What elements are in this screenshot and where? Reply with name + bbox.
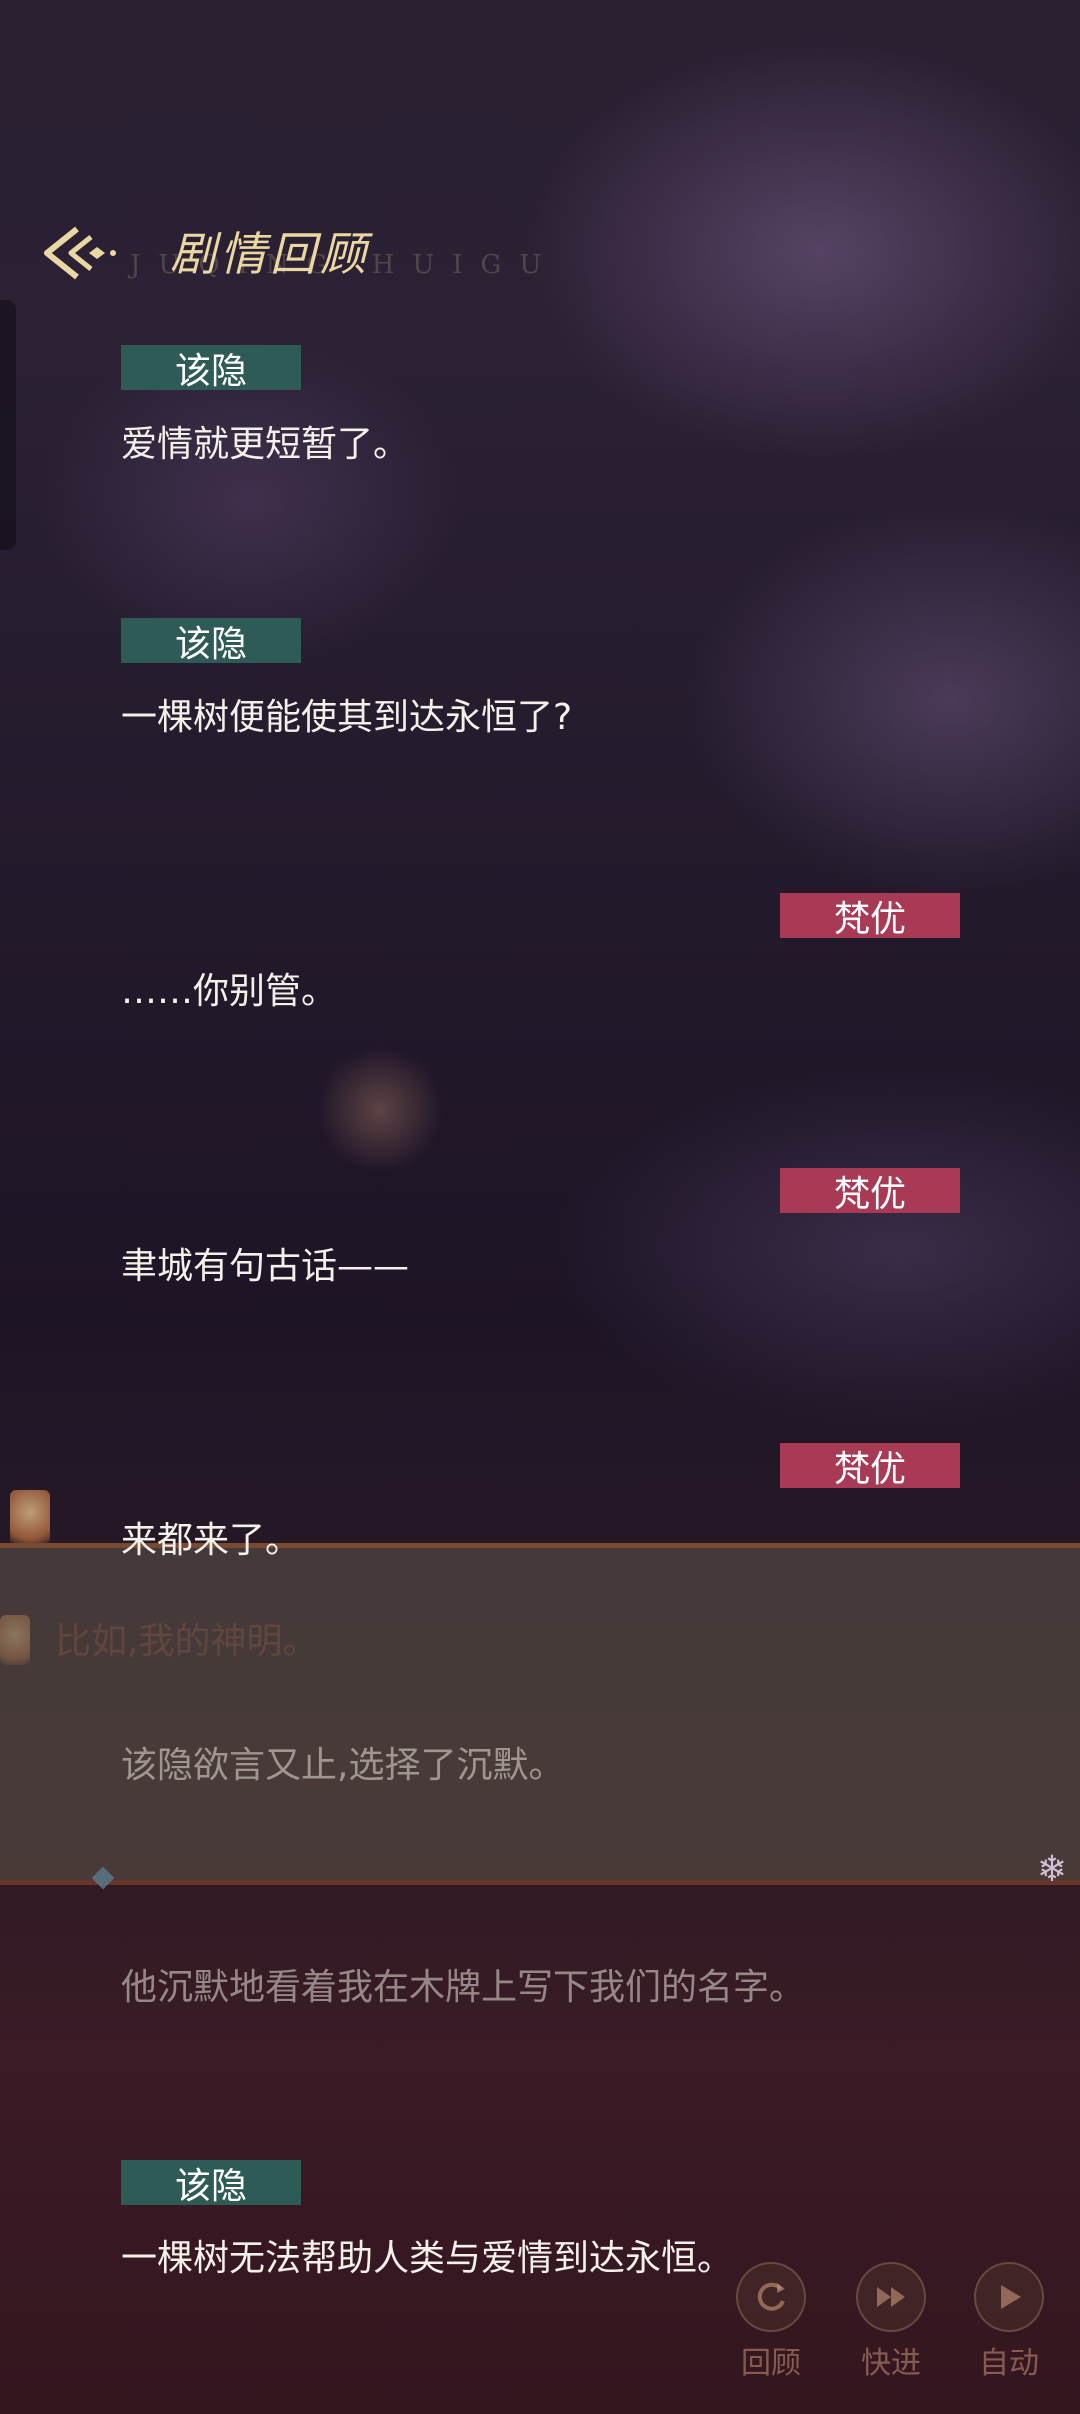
- back-button[interactable]: [36, 218, 122, 288]
- review-icon: [736, 2262, 806, 2332]
- dialogue-line: ……你别管。: [121, 971, 338, 1012]
- skip-button[interactable]: 快进: [854, 2262, 928, 2382]
- snowflake-icon: ❄: [1036, 1849, 1068, 1890]
- dialogue-line: 聿城有句古话——: [121, 1246, 410, 1287]
- speaker-tag: 该隐: [121, 345, 301, 392]
- review-button[interactable]: 回顾: [734, 2262, 808, 2382]
- auto-label: 自动: [979, 2346, 1039, 2381]
- narration-line: 比如,我的神明。: [55, 1621, 319, 1662]
- page-title: 剧情回顾: [170, 227, 370, 281]
- play-icon: [974, 2262, 1044, 2332]
- speaker-tag: 该隐: [121, 2160, 301, 2207]
- review-label: 回顾: [741, 2346, 801, 2381]
- speaker-tag: 梵优: [780, 1168, 960, 1215]
- narration-line: 他沉默地看着我在木牌上写下我们的名字。: [121, 1967, 806, 2008]
- dialogue-line: 爱情就更短暂了。: [121, 424, 410, 465]
- speaker-tag: 梵优: [780, 893, 960, 940]
- dialogue-line: 来都来了。: [121, 1520, 302, 1561]
- mid-text-panel: [0, 1548, 1080, 1884]
- side-handle: [0, 300, 16, 550]
- panel-border-bottom: [0, 1880, 1080, 1885]
- fast-forward-icon: [856, 2262, 926, 2332]
- dialogue-line: 一棵树无法帮助人类与爱情到达永恒。: [121, 2238, 734, 2279]
- speaker-tag: 梵优: [780, 1443, 960, 1490]
- speaker-tag: 该隐: [121, 618, 301, 665]
- skip-label: 快进: [861, 2346, 921, 2381]
- narration-line: 该隐欲言又止,选择了沉默。: [121, 1745, 565, 1786]
- auto-button[interactable]: 自动: [972, 2262, 1046, 2382]
- back-arrow-icon: [44, 226, 116, 280]
- dialogue-line: 一棵树便能使其到达永恒了?: [121, 697, 573, 738]
- lantern-decoration: [10, 1490, 50, 1545]
